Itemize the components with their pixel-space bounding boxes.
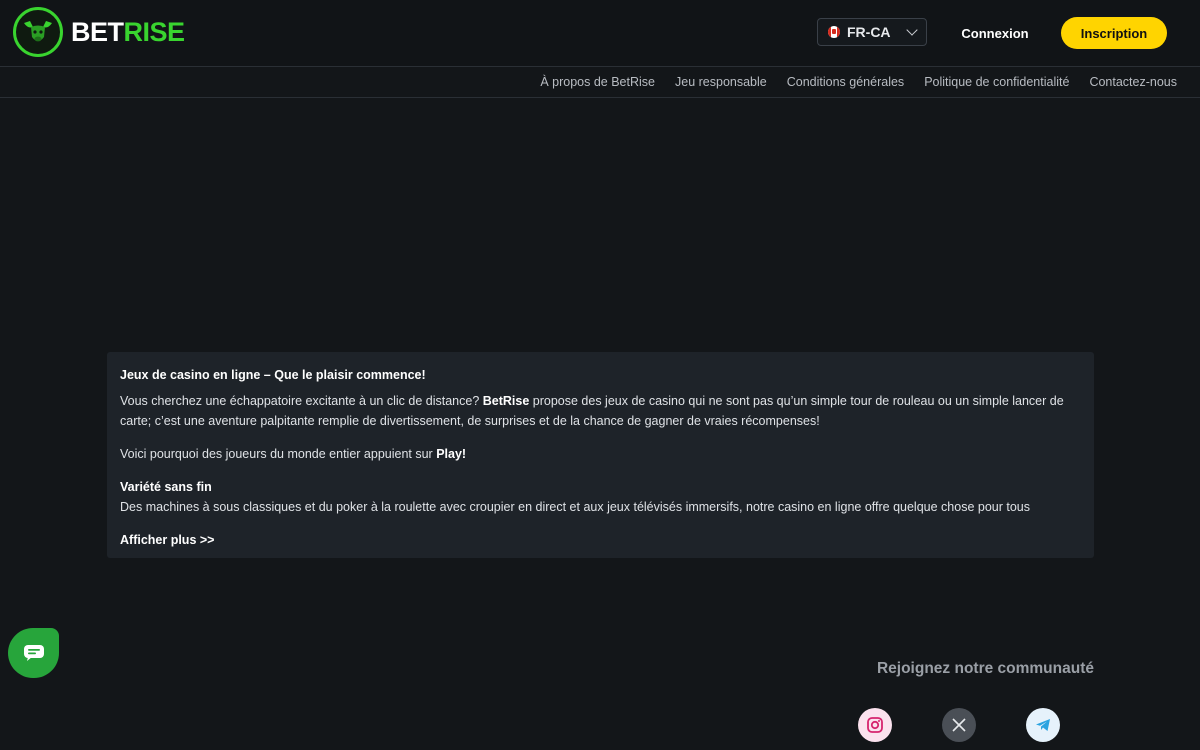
canada-flag-icon [828, 26, 840, 38]
play-emphasis: Play! [436, 447, 467, 461]
footer-links-nav: À propos de BetRise Jeu responsable Cond… [0, 67, 1200, 98]
live-chat-button[interactable] [8, 628, 59, 678]
telegram-link[interactable] [1026, 708, 1060, 742]
logo-wordmark: BETRISE [71, 17, 185, 48]
nav-link-terms[interactable]: Conditions générales [787, 75, 904, 89]
community-heading: Rejoignez notre communauté [876, 660, 1094, 677]
nav-link-privacy[interactable]: Politique de confidentialité [924, 75, 1069, 89]
intro-text-start: Vous cherchez une échappatoire excitante… [120, 394, 483, 408]
logo-text-bet: BET [71, 16, 124, 47]
variety-paragraph: Des machines à sous classiques et du pok… [120, 500, 1030, 514]
variety-heading: Variété sans fin [120, 480, 212, 494]
card-title: Jeux de casino en ligne – Que le plaisir… [120, 368, 426, 382]
nav-link-about[interactable]: À propos de BetRise [540, 75, 655, 89]
intro-paragraph: Vous cherchez une échappatoire excitante… [120, 391, 1081, 431]
bull-logo-icon [13, 7, 63, 57]
betrise-logo[interactable]: BETRISE [13, 7, 185, 57]
chat-bubble-icon [23, 645, 44, 661]
login-button[interactable]: Connexion [949, 18, 1041, 48]
nav-link-responsible-gaming[interactable]: Jeu responsable [675, 75, 767, 89]
site-header: BETRISE FR-CA Connexion Inscription [0, 0, 1200, 67]
why-text: Voici pourquoi des joueurs du monde enti… [120, 447, 437, 461]
telegram-icon [1036, 719, 1050, 731]
language-selector[interactable]: FR-CA [817, 18, 927, 46]
x-link[interactable] [942, 708, 976, 742]
instagram-icon [867, 717, 883, 733]
language-label: FR-CA [847, 24, 891, 40]
chevron-down-icon [906, 24, 918, 36]
why-paragraph: Voici pourquoi des joueurs du monde enti… [120, 444, 1081, 464]
brand-name: BetRise [482, 394, 530, 408]
x-icon [952, 718, 966, 732]
show-more-link[interactable]: Afficher plus >> [120, 530, 1081, 550]
signup-button[interactable]: Inscription [1061, 17, 1167, 49]
casino-info-card: Jeux de casino en ligne – Que le plaisir… [107, 352, 1094, 558]
instagram-link[interactable] [858, 708, 892, 742]
nav-link-contact[interactable]: Contactez-nous [1089, 75, 1177, 89]
logo-text-rise: RISE [123, 16, 186, 47]
